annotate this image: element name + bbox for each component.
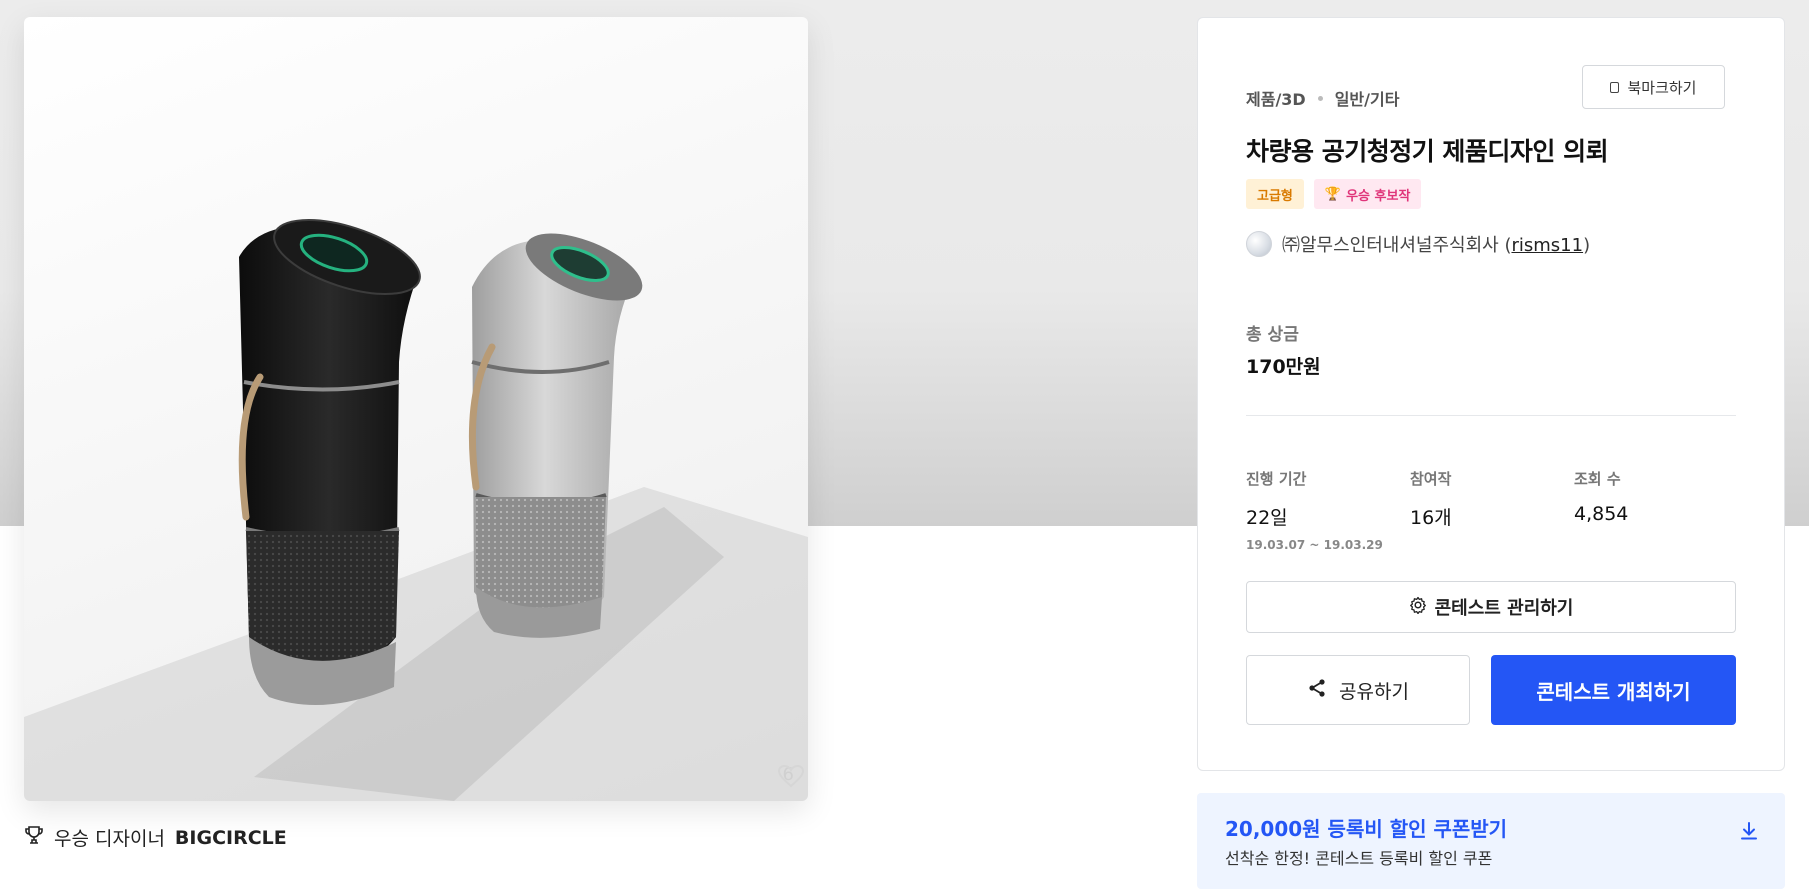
avatar xyxy=(1246,231,1272,257)
winner-candidate-label: 우승 후보작 xyxy=(1346,188,1411,204)
stats-row: 진행 기간 22일 19.03.07 ~ 19.03.29 참여작 16개 조회… xyxy=(1246,468,1738,552)
host-contest-button[interactable]: 콘테스트 개최하기 xyxy=(1491,655,1736,725)
trophy-icon xyxy=(24,825,44,850)
product-image xyxy=(24,219,808,801)
host-close: ) xyxy=(1583,235,1591,256)
badge-group: 고급형 🏆 우승 후보작 xyxy=(1246,179,1422,209)
bookmark-button[interactable]: 북마크하기 xyxy=(1582,65,1725,109)
share-icon xyxy=(1307,678,1327,703)
stat-label: 진행 기간 xyxy=(1246,470,1307,488)
download-icon[interactable] xyxy=(1739,821,1759,845)
prize-value: 170만원 xyxy=(1246,356,1321,378)
host-name: ㈜알무스인터내셔널주식회사 ( xyxy=(1282,235,1512,256)
product-image-card[interactable]: 6 xyxy=(24,17,808,801)
winner-prefix: 우승 디자이너 xyxy=(54,828,165,850)
stat-period: 진행 기간 22일 19.03.07 ~ 19.03.29 xyxy=(1246,468,1410,552)
stat-value: 22일 xyxy=(1246,507,1288,529)
contest-title: 차량용 공기청정기 제품디자인 의뢰 xyxy=(1246,137,1609,166)
stat-label: 참여작 xyxy=(1410,470,1452,488)
manage-contest-button[interactable]: 콘테스트 관리하기 xyxy=(1246,581,1736,633)
breadcrumb: 제품/3D 일반/기타 xyxy=(1246,86,1399,110)
stat-date-range: 19.03.07 ~ 19.03.29 xyxy=(1246,538,1383,552)
winner-name[interactable]: BIGCIRCLE xyxy=(175,827,287,849)
bookmark-icon xyxy=(1610,81,1620,93)
premium-badge: 고급형 xyxy=(1246,179,1304,209)
trophy-icon: 🏆 xyxy=(1324,186,1342,202)
winner-designer: 우승 디자이너 BIGCIRCLE xyxy=(24,824,287,851)
stat-entries: 참여작 16개 xyxy=(1410,468,1574,552)
prize-label: 총 상금 xyxy=(1246,325,1299,345)
like-counter[interactable]: 6 xyxy=(777,764,804,788)
category-separator xyxy=(1317,95,1323,101)
winner-candidate-badge: 🏆 우승 후보작 xyxy=(1313,179,1422,209)
bookmark-label: 북마크하기 xyxy=(1627,78,1697,97)
host-info: ㈜알무스인터내셔널주식회사 (risms11) xyxy=(1246,231,1590,257)
category-sub[interactable]: 일반/기타 xyxy=(1335,86,1400,110)
coupon-subtitle: 선착순 한정! 콘테스트 등록비 할인 쿠폰 xyxy=(1225,849,1493,868)
host-id-link[interactable]: risms11 xyxy=(1511,235,1583,256)
stat-label: 조회 수 xyxy=(1574,470,1621,488)
stat-value: 4,854 xyxy=(1574,503,1629,525)
contest-detail-panel: 북마크하기 제품/3D 일반/기타 차량용 공기청정기 제품디자인 의뢰 고급형… xyxy=(1197,17,1785,771)
stat-value: 16개 xyxy=(1410,507,1452,529)
coupon-title: 20,000원 등록비 할인 쿠폰받기 xyxy=(1225,817,1508,841)
gear-icon xyxy=(1409,596,1427,619)
stat-views: 조회 수 4,854 xyxy=(1574,468,1738,552)
coupon-banner[interactable]: 20,000원 등록비 할인 쿠폰받기 선착순 한정! 콘테스트 등록비 할인 … xyxy=(1197,793,1785,889)
share-button[interactable]: 공유하기 xyxy=(1246,655,1470,725)
manage-contest-label: 콘테스트 관리하기 xyxy=(1434,598,1574,619)
divider xyxy=(1246,415,1736,416)
category-main[interactable]: 제품/3D xyxy=(1246,86,1306,110)
share-label: 공유하기 xyxy=(1339,680,1409,703)
